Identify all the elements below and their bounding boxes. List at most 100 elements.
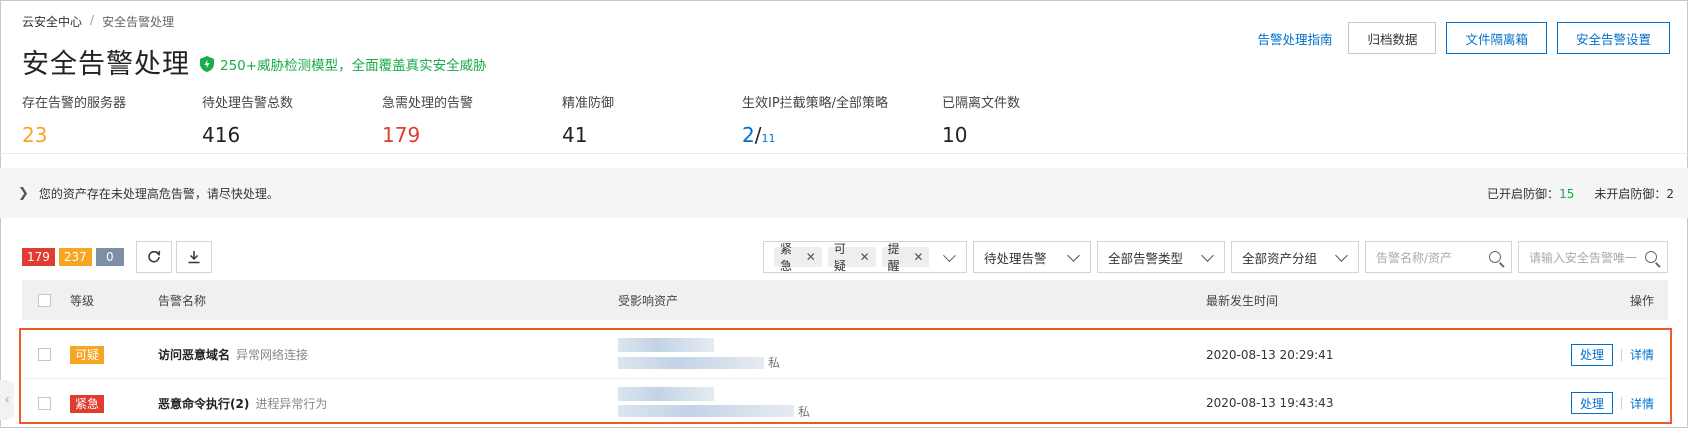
stat-value[interactable]: 416: [202, 123, 382, 147]
alert-name-search-input[interactable]: 告警名称/资产: [1365, 241, 1512, 273]
stat-value[interactable]: 41: [562, 123, 742, 147]
asset-ip-line: 私: [618, 354, 1206, 371]
row-actions: 处理 详情: [1558, 343, 1654, 366]
close-icon[interactable]: ✕: [860, 250, 870, 264]
stat-value[interactable]: 179: [382, 123, 562, 147]
redacted-asset-name: [618, 338, 714, 352]
stat-label: 生效IP拦截策略/全部策略: [742, 96, 889, 111]
stat-servers: 存在告警的服务器 23: [22, 92, 202, 147]
alert-category: 进程异常行为: [255, 396, 328, 411]
alert-name[interactable]: 恶意命令执行(2): [158, 397, 249, 411]
alert-settings-button[interactable]: 安全告警设置: [1556, 22, 1670, 54]
header-level: 等级: [70, 293, 95, 308]
select-all-checkbox[interactable]: [38, 293, 51, 307]
asset-info[interactable]: 私: [618, 338, 1206, 371]
alert-name[interactable]: 访问恶意域名: [158, 348, 230, 362]
stat-label: 急需处理的告警: [382, 96, 474, 111]
header-asset: 受影响资产: [618, 293, 679, 308]
stat-quarantined: 已隔离文件数 10: [942, 92, 1122, 147]
stat-label: 已隔离文件数: [942, 96, 1021, 111]
type-filter-select[interactable]: 全部告警类型: [1097, 241, 1225, 273]
shield-icon: [200, 56, 214, 72]
status-filter-select[interactable]: 待处理告警: [973, 241, 1091, 273]
action-separator: [1620, 348, 1622, 361]
action-separator: [1620, 397, 1622, 409]
search-icon[interactable]: [1645, 251, 1657, 263]
time-cell: 2020-08-13 20:29:41: [1206, 347, 1334, 362]
level-tag[interactable]: 紧急 ✕: [774, 242, 822, 273]
time-cell: 2020-08-13 19:43:43: [1206, 396, 1334, 410]
breadcrumb: 云安全中心 / 安全告警处理: [22, 13, 174, 30]
collapse-handle[interactable]: ‹: [0, 380, 14, 420]
reminder-count-badge[interactable]: 0: [95, 248, 124, 266]
detail-link[interactable]: 详情: [1630, 395, 1654, 412]
detail-link[interactable]: 详情: [1630, 346, 1654, 363]
chevron-down-icon[interactable]: [943, 248, 956, 262]
defense-enabled-value[interactable]: 15: [1559, 187, 1574, 201]
asset-ip-type: 私: [768, 356, 781, 370]
level-tag[interactable]: 可疑 ✕: [827, 242, 876, 273]
asset-info[interactable]: 私: [618, 386, 1206, 420]
row-checkbox[interactable]: [38, 348, 51, 361]
divider: [0, 153, 1688, 154]
table-row[interactable]: 可疑 访问恶意域名 异常网络连接 私 2020-08-13 20:29:41 处理…: [22, 331, 1668, 379]
group-filter-select[interactable]: 全部资产分组: [1231, 241, 1359, 273]
breadcrumb-current: 安全告警处理: [102, 15, 175, 29]
file-quarantine-button[interactable]: 文件隔离箱: [1446, 22, 1547, 54]
group-filter-value: 全部资产分组: [1242, 250, 1318, 266]
search-icon[interactable]: [1489, 251, 1501, 263]
table-row[interactable]: 紧急 恶意命令执行(2) 进程异常行为 私 2020-08-13 19:43:43…: [22, 379, 1668, 427]
alert-guide-link[interactable]: 告警处理指南: [1257, 29, 1332, 48]
chevron-left-icon: ‹: [4, 392, 10, 408]
stat-pending: 待处理告警总数 416: [202, 92, 382, 147]
stat-label: 待处理告警总数: [202, 96, 294, 111]
notice-bar[interactable]: ❯ 您的资产存在未处理高危告警，请尽快处理。 已开启防御：15 未开启防御：2: [0, 168, 1688, 218]
slogan-text: 250+威胁检测模型，全面覆盖真实安全威胁: [220, 58, 487, 74]
slogan: 250+威胁检测模型，全面覆盖真实安全威胁: [200, 54, 487, 74]
urgent-count-badge[interactable]: 179: [22, 248, 55, 266]
row-checkbox[interactable]: [38, 396, 51, 410]
search-placeholder: 告警名称/资产: [1376, 250, 1453, 265]
header-time: 最新发生时间: [1206, 293, 1279, 308]
stats-panel: 存在告警的服务器 23 待处理告警总数 416 急需处理的告警 179 精准防御…: [22, 92, 1122, 147]
chevron-down-icon: [1067, 248, 1080, 262]
download-button[interactable]: [175, 241, 212, 273]
asset-ip-line: 私: [618, 403, 1206, 420]
header-actions: 告警处理指南 归档数据 文件隔离箱 安全告警设置: [1257, 22, 1670, 54]
stat-value[interactable]: 23: [22, 123, 202, 147]
redacted-asset-ip: [618, 356, 764, 369]
chevron-down-icon: [1335, 248, 1348, 262]
operation-cell: 处理 详情: [1558, 343, 1668, 366]
level-tag-label: 提醒: [887, 242, 900, 273]
level-filter-select[interactable]: 紧急 ✕ 可疑 ✕ 提醒 ✕: [763, 241, 967, 273]
level-cell: 紧急: [70, 394, 158, 413]
defense-disabled: 未开启防御：2: [1594, 185, 1674, 202]
alert-id-search-input[interactable]: 请输入安全告警唯一: [1518, 241, 1668, 273]
archive-data-button[interactable]: 归档数据: [1348, 22, 1437, 54]
breadcrumb-separator: /: [90, 13, 95, 27]
notice-text: 您的资产存在未处理高危告警，请尽快处理。: [38, 186, 279, 201]
operation-cell: 处理 详情: [1558, 392, 1668, 414]
handle-button[interactable]: 处理: [1570, 343, 1613, 366]
chevron-right-icon[interactable]: ❯: [18, 186, 29, 201]
handle-button[interactable]: 处理: [1570, 392, 1613, 414]
defense-summary: 已开启防御：15 未开启防御：2: [1487, 185, 1674, 202]
suspicious-count-badge[interactable]: 237: [58, 248, 92, 266]
defense-enabled: 已开启防御：15: [1487, 185, 1574, 202]
stat-precise-defense: 精准防御 41: [562, 92, 742, 147]
defense-disabled-value[interactable]: 2: [1666, 187, 1674, 201]
breadcrumb-root[interactable]: 云安全中心: [22, 13, 82, 30]
stat-value[interactable]: 10: [942, 123, 1122, 147]
level-tag[interactable]: 提醒 ✕: [881, 242, 930, 273]
select-all-cell: [22, 293, 70, 307]
download-icon: [188, 251, 200, 264]
refresh-button[interactable]: [135, 241, 172, 273]
status-filter-value: 待处理告警: [984, 250, 1047, 266]
close-icon[interactable]: ✕: [806, 250, 816, 264]
level-badge: 紧急: [70, 394, 105, 413]
asset-cell: 私: [618, 338, 1206, 371]
toolbar: 179 237 0: [22, 241, 212, 273]
redacted-asset-ip: [618, 405, 794, 417]
stat-value[interactable]: 2/11: [742, 123, 942, 147]
close-icon[interactable]: ✕: [913, 250, 923, 264]
